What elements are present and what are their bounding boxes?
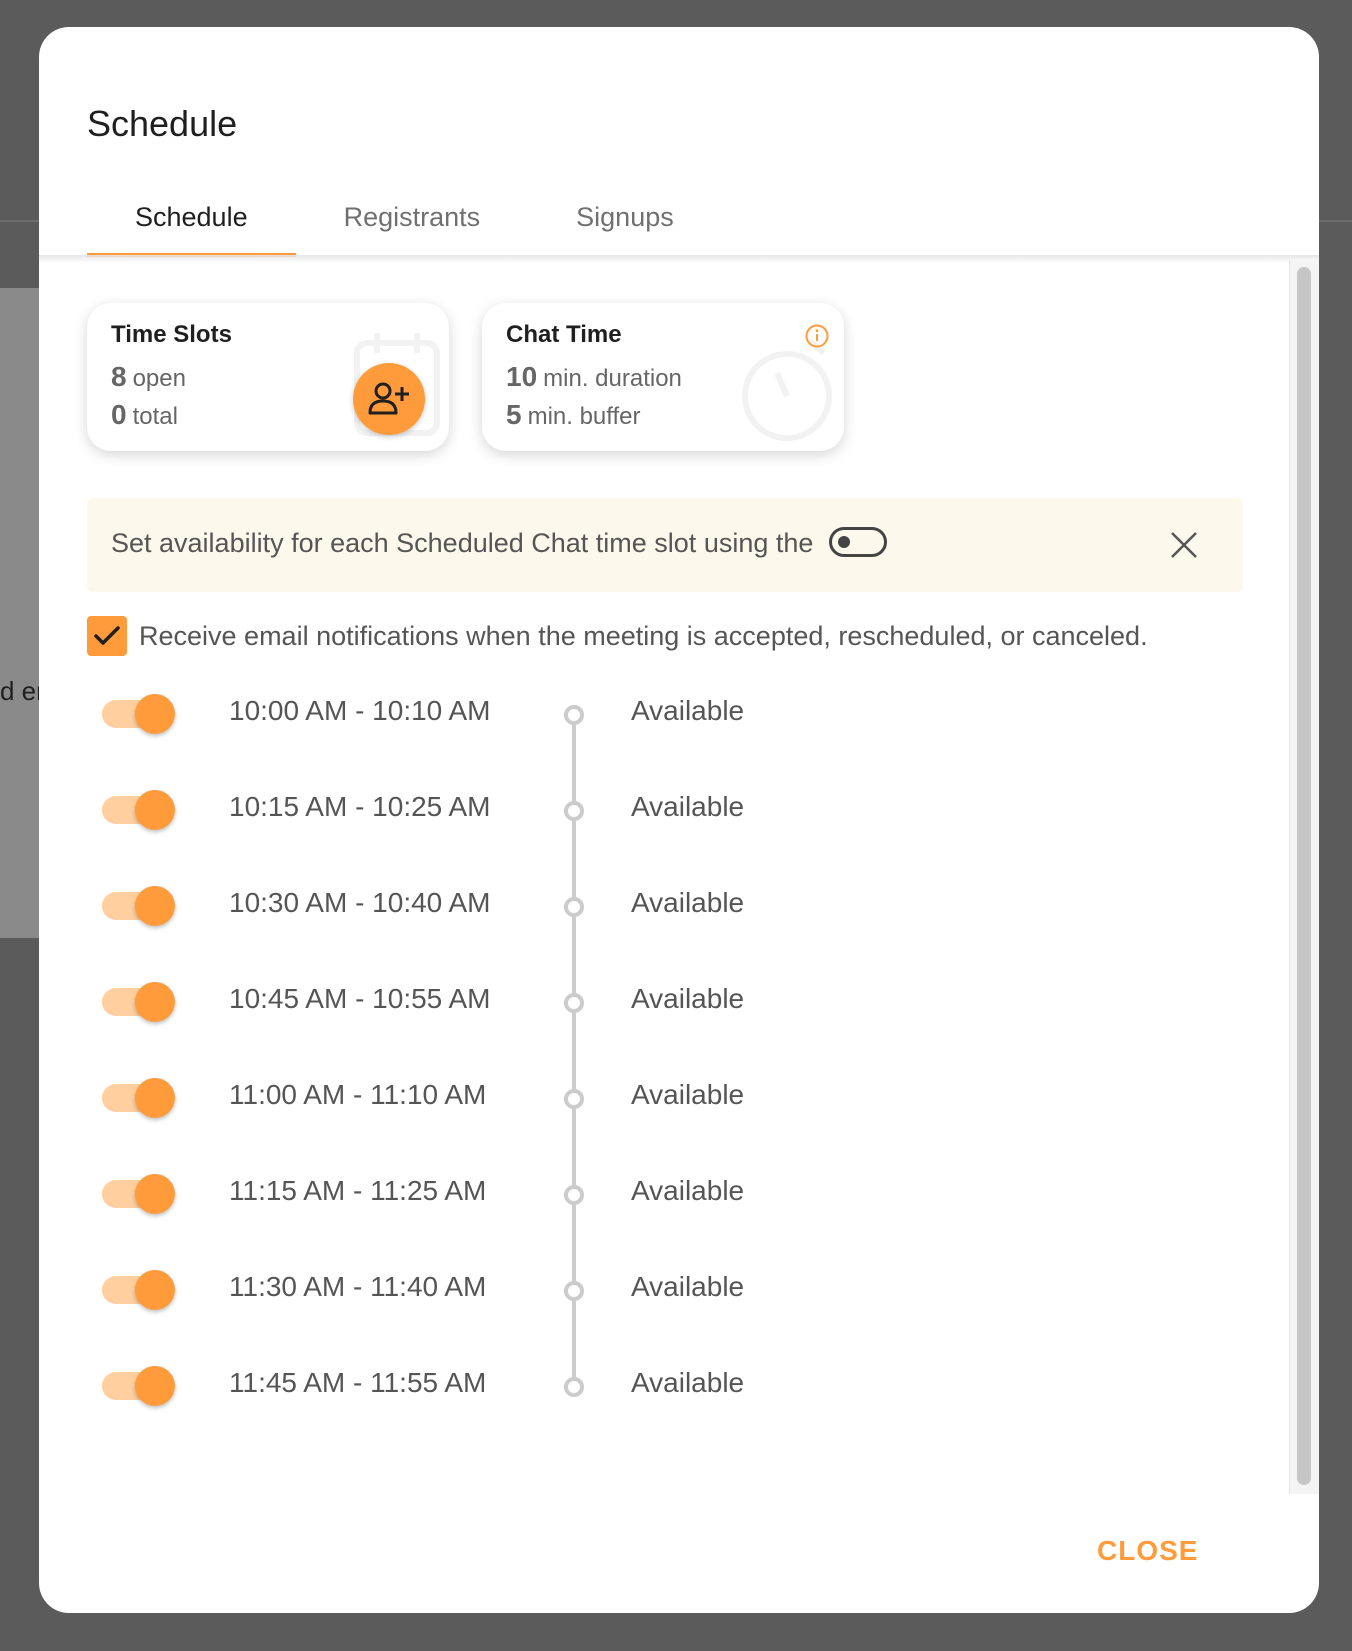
chat-time-title: Chat Time	[506, 321, 622, 348]
schedule-panel: Time Slots 8 open 0 total Chat Time 10 m…	[39, 261, 1289, 1494]
toggle-icon	[829, 526, 888, 557]
chat-time-card: Chat Time 10 min. duration 5 min. buffer	[482, 303, 844, 451]
tab-signups[interactable]: Signups	[528, 177, 722, 257]
chat-buffer: 5 min. buffer	[506, 399, 641, 431]
time-slot-row: 10:00 AM - 10:10 AM Available	[39, 667, 1289, 763]
slot-status: Available	[631, 1271, 745, 1302]
slot-availability-toggle[interactable]	[102, 886, 175, 926]
toggle-knob	[135, 1270, 175, 1310]
banner-text: Set availability for each Scheduled Chat…	[111, 528, 814, 558]
time-slot-row: 11:00 AM - 11:10 AM Available	[39, 1051, 1289, 1147]
slot-time: 10:00 AM - 10:10 AM	[229, 695, 491, 726]
open-count: 8	[111, 361, 127, 392]
tab-bar: Schedule Registrants Signups	[87, 177, 722, 257]
slot-status: Available	[631, 887, 745, 918]
timeline-dot	[564, 1281, 584, 1301]
slot-time: 10:15 AM - 10:25 AM	[229, 791, 491, 822]
slot-time: 10:45 AM - 10:55 AM	[229, 983, 491, 1014]
total-count: 0	[111, 399, 127, 430]
timeline-dot	[564, 1185, 584, 1205]
add-registrant-button[interactable]	[353, 363, 425, 435]
content-scrollbar[interactable]	[1289, 261, 1319, 1494]
timeline-dot	[564, 705, 584, 725]
toggle-knob	[135, 886, 175, 926]
checkmark-icon	[94, 626, 120, 645]
time-slot-row: 11:45 AM - 11:55 AM Available	[39, 1339, 1289, 1435]
slot-availability-toggle[interactable]	[102, 1366, 175, 1406]
slot-status: Available	[631, 1079, 745, 1110]
time-slot-row: 11:30 AM - 11:40 AM Available	[39, 1243, 1289, 1339]
time-slot-row: 10:15 AM - 10:25 AM Available	[39, 763, 1289, 859]
time-slot-row: 11:15 AM - 11:25 AM Available	[39, 1147, 1289, 1243]
toggle-knob	[135, 982, 175, 1022]
time-slot-row: 10:45 AM - 10:55 AM Available	[39, 955, 1289, 1051]
banner-message: Set availability for each Scheduled Chat…	[111, 526, 888, 560]
tab-schedule[interactable]: Schedule	[87, 177, 296, 257]
slot-time: 11:30 AM - 11:40 AM	[229, 1271, 487, 1302]
toggle-knob	[135, 1174, 175, 1214]
slot-time: 11:00 AM - 11:10 AM	[229, 1079, 487, 1110]
slot-status: Available	[631, 983, 745, 1014]
slot-availability-toggle[interactable]	[102, 982, 175, 1022]
slot-time: 11:45 AM - 11:55 AM	[229, 1367, 487, 1398]
slot-status: Available	[631, 791, 745, 822]
close-button[interactable]: CLOSE	[1097, 1535, 1198, 1575]
open-slots: 8 open	[111, 361, 186, 393]
email-notifications-label: Receive email notifications when the mee…	[139, 620, 1148, 651]
availability-banner: Set availability for each Scheduled Chat…	[87, 498, 1243, 592]
slot-status: Available	[631, 1175, 745, 1206]
add-user-icon	[368, 382, 409, 415]
duration-label: min. duration	[543, 365, 682, 392]
timeline-dot	[564, 993, 584, 1013]
backdrop-image	[0, 288, 40, 938]
timeline-dot	[564, 1377, 584, 1397]
email-notifications-checkbox[interactable]	[87, 616, 127, 656]
slot-availability-toggle[interactable]	[102, 694, 175, 734]
toggle-knob	[135, 1078, 175, 1118]
chat-duration: 10 min. duration	[506, 361, 682, 393]
tab-registrants[interactable]: Registrants	[296, 177, 529, 257]
time-slots-title: Time Slots	[111, 321, 232, 348]
info-icon[interactable]	[804, 323, 830, 349]
total-label: total	[132, 403, 178, 430]
time-slots-card: Time Slots 8 open 0 total	[87, 303, 449, 451]
timeline-dot	[564, 801, 584, 821]
timeline-dot	[564, 1089, 584, 1109]
slot-availability-toggle[interactable]	[102, 1270, 175, 1310]
banner-close-icon[interactable]	[1167, 528, 1201, 562]
slot-status: Available	[631, 695, 745, 726]
total-slots: 0 total	[111, 399, 178, 431]
scrollbar-thumb[interactable]	[1297, 267, 1311, 1485]
toggle-knob	[135, 1366, 175, 1406]
open-label: open	[132, 365, 186, 392]
toggle-knob	[135, 790, 175, 830]
slot-time: 11:15 AM - 11:25 AM	[229, 1175, 487, 1206]
timeline-dot	[564, 897, 584, 917]
backdrop-partial-text: d er	[0, 676, 40, 706]
slot-time: 10:30 AM - 10:40 AM	[229, 887, 491, 918]
slot-availability-toggle[interactable]	[102, 790, 175, 830]
toggle-knob	[135, 694, 175, 734]
email-notifications-row: Receive email notifications when the mee…	[87, 616, 1148, 656]
slot-status: Available	[631, 1367, 745, 1398]
slot-availability-toggle[interactable]	[102, 1174, 175, 1214]
slot-availability-toggle[interactable]	[102, 1078, 175, 1118]
duration-value: 10	[506, 361, 538, 392]
dialog-title: Schedule	[87, 103, 238, 144]
buffer-label: min. buffer	[527, 403, 641, 430]
schedule-dialog: Schedule Schedule Registrants Signups Ti…	[39, 27, 1319, 1613]
time-slot-row: 10:30 AM - 10:40 AM Available	[39, 859, 1289, 955]
buffer-value: 5	[506, 399, 522, 430]
